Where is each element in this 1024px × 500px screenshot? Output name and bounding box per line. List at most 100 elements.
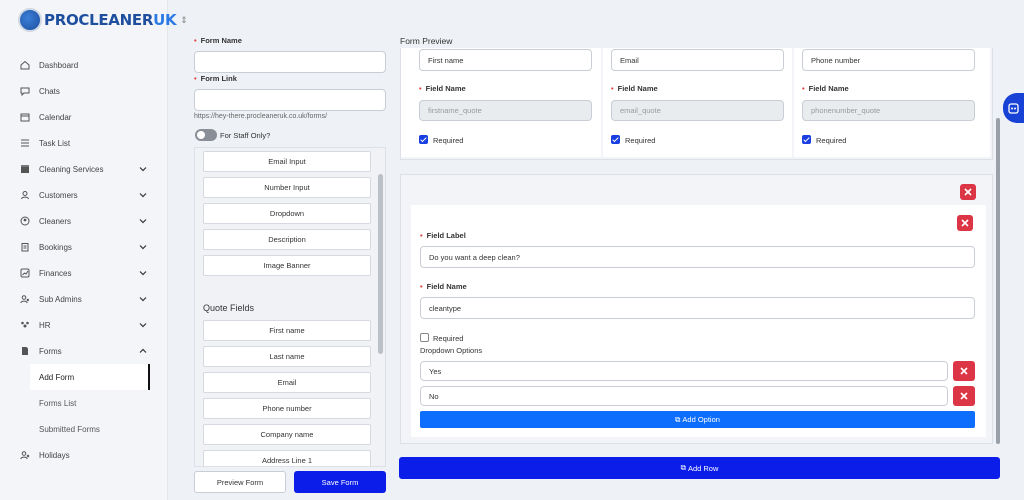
chevron-down-icon[interactable] xyxy=(138,164,148,174)
sidebar-item-bookings[interactable]: Bookings xyxy=(0,234,168,260)
sidebar-item-forms[interactable]: Forms xyxy=(0,338,168,364)
field-label-label: • Field Label xyxy=(420,231,466,240)
side-panel-tab[interactable] xyxy=(1003,93,1024,123)
field-label-input[interactable]: First name xyxy=(419,49,592,71)
sidebar-item-label: HR xyxy=(39,320,51,330)
remove-row-button[interactable] xyxy=(960,184,976,200)
preview-form-button[interactable]: Preview Form xyxy=(194,471,286,493)
preview-row-2: • Field Label Do you want a deep clean? •… xyxy=(400,174,993,444)
add-row-button[interactable]: ⧉ Add Row xyxy=(399,457,1000,479)
save-form-button[interactable]: Save Form xyxy=(294,471,386,493)
chevron-down-icon[interactable] xyxy=(138,268,148,278)
add-icon: ⧉ xyxy=(680,463,686,472)
form-link-hint: https://hey-there.procleaneruk.co.uk/for… xyxy=(194,113,328,120)
palette-first-name[interactable]: First name xyxy=(203,320,371,341)
palette-description[interactable]: Description xyxy=(203,229,371,250)
sidebar-item-label: Holidays xyxy=(39,450,70,460)
sidebar-item-task-list[interactable]: Task List xyxy=(0,130,168,156)
users-icon xyxy=(20,294,30,304)
field-name-label: • Field Name xyxy=(419,84,466,93)
sidebar-subitem-submitted-forms[interactable]: Submitted Forms xyxy=(0,416,168,442)
sidebar-item-cleaners[interactable]: Cleaners xyxy=(0,208,168,234)
staff-only-toggle[interactable] xyxy=(195,129,217,141)
chevron-down-icon[interactable] xyxy=(138,294,148,304)
sidebar-item-dashboard[interactable]: Dashboard xyxy=(0,52,168,78)
add-option-button[interactable]: ⧉ Add Option xyxy=(420,411,975,428)
close-icon xyxy=(964,188,972,196)
palette-last-name[interactable]: Last name xyxy=(203,346,371,367)
user-badge-icon xyxy=(20,216,30,226)
required-checkbox[interactable] xyxy=(420,333,429,342)
team-icon xyxy=(20,320,30,330)
dropdown-option-input[interactable]: No xyxy=(420,386,948,406)
chevron-up-icon[interactable] xyxy=(138,346,148,356)
home-icon xyxy=(20,60,30,70)
sort-icon[interactable]: ⇕ xyxy=(180,15,188,26)
dropdown-option-input[interactable]: Yes xyxy=(420,361,948,381)
sidebar-item-cleaning-services[interactable]: Cleaning Services xyxy=(0,156,168,182)
form-preview: First name • Field Name firstname_quote R… xyxy=(400,48,1000,452)
palette-email-input[interactable]: Email Input xyxy=(203,151,371,172)
preview-scrollbar[interactable] xyxy=(996,118,1000,444)
sidebar-item-hr[interactable]: HR xyxy=(0,312,168,338)
chevron-down-icon[interactable] xyxy=(138,242,148,252)
palette-address-line-1[interactable]: Address Line 1 xyxy=(203,450,371,466)
required-checkbox[interactable] xyxy=(611,135,620,144)
palette-dropdown[interactable]: Dropdown xyxy=(203,203,371,224)
field-label-input[interactable]: Do you want a deep clean? xyxy=(420,246,975,268)
palette-image-banner[interactable]: Image Banner xyxy=(203,255,371,276)
form-preview-title: Form Preview xyxy=(400,36,453,46)
sidebar-item-sub-admins[interactable]: Sub Admins xyxy=(0,286,168,312)
sidebar-item-label: Finances xyxy=(39,268,72,278)
sidebar-item-label: Cleaning Services xyxy=(39,164,104,174)
sidebar-item-label: Task List xyxy=(39,138,71,148)
palette-company-name[interactable]: Company name xyxy=(203,424,371,445)
list-icon xyxy=(20,138,30,148)
required-checkbox[interactable] xyxy=(419,135,428,144)
sidebar-item-holidays[interactable]: Holidays xyxy=(0,442,168,468)
field-palette: Email Input Number Input Dropdown Descri… xyxy=(194,147,386,467)
field-name-input[interactable]: cleantype xyxy=(420,297,975,319)
field-name-label: • Field Name xyxy=(420,282,467,291)
required-label: Required xyxy=(433,136,464,145)
quote-fields-heading: Quote Fields xyxy=(203,303,255,313)
remove-option-button[interactable] xyxy=(953,361,975,381)
field-name-input[interactable]: email_quote xyxy=(611,100,784,121)
brand-logo[interactable]: PROCLEANERUK ⇕ xyxy=(18,8,188,32)
remove-option-button[interactable] xyxy=(953,386,975,406)
palette-email[interactable]: Email xyxy=(203,372,371,393)
sidebar-item-customers[interactable]: Customers xyxy=(0,182,168,208)
chevron-down-icon[interactable] xyxy=(138,190,148,200)
required-checkbox[interactable] xyxy=(802,135,811,144)
field-name-input[interactable]: firstname_quote xyxy=(419,100,592,121)
form-link-input[interactable] xyxy=(194,89,386,111)
sidebar-item-calendar[interactable]: Calendar xyxy=(0,104,168,130)
close-icon xyxy=(960,392,968,400)
palette-number-input[interactable]: Number Input xyxy=(203,177,371,198)
sidebar-item-label: Cleaners xyxy=(39,216,72,226)
calendar-icon xyxy=(20,112,30,122)
chevron-down-icon[interactable] xyxy=(138,216,148,226)
field-label-input[interactable]: Email xyxy=(611,49,784,71)
preview-column-email: Email • Field Name email_quote Required xyxy=(603,48,792,157)
dropdown-options-label: Dropdown Options xyxy=(420,346,483,355)
form-name-input[interactable] xyxy=(194,51,386,73)
field-label-input[interactable]: Phone number xyxy=(802,49,975,71)
sidebar-item-finances[interactable]: Finances xyxy=(0,260,168,286)
close-icon xyxy=(960,367,968,375)
sidebar-subitem-forms-list[interactable]: Forms List xyxy=(0,390,168,416)
sidebar-item-label: Dashboard xyxy=(39,60,79,70)
staff-only-label: For Staff Only? xyxy=(220,131,271,140)
form-link-label: • Form Link xyxy=(194,74,237,83)
sidebar-item-label: Calendar xyxy=(39,112,72,122)
remove-field-button[interactable] xyxy=(957,215,973,231)
palette-phone-number[interactable]: Phone number xyxy=(203,398,371,419)
user-icon xyxy=(20,190,30,200)
field-name-input[interactable]: phonenumber_quote xyxy=(802,100,975,121)
sidebar-item-chats[interactable]: Chats xyxy=(0,78,168,104)
sidebar-nav: Dashboard Chats Calendar Task List Clean… xyxy=(0,52,168,468)
chart-icon xyxy=(20,268,30,278)
palette-scrollbar[interactable] xyxy=(378,174,383,354)
chevron-down-icon[interactable] xyxy=(138,320,148,330)
sidebar-subitem-add-form[interactable]: Add Form xyxy=(30,364,150,390)
